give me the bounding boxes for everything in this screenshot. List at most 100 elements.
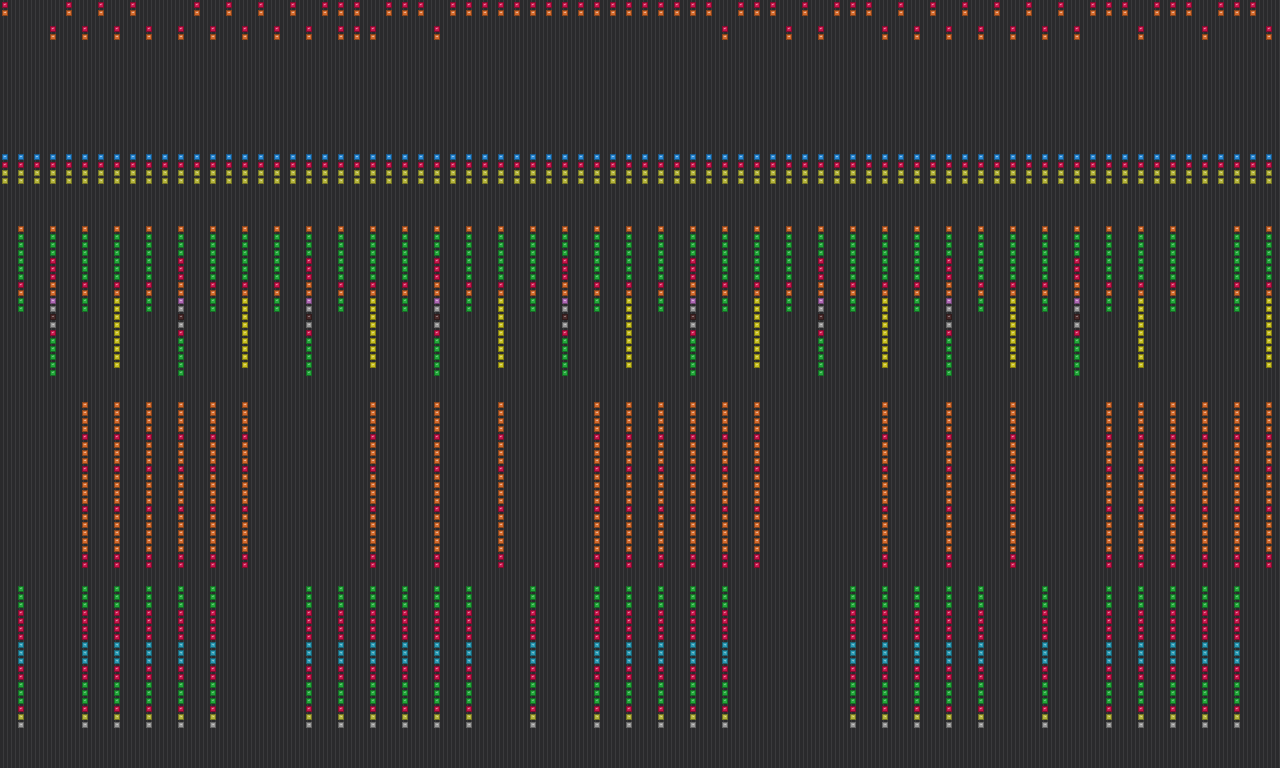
block-a-cell[interactable]: pf	[850, 282, 856, 288]
block-c-cell[interactable]: cl	[1042, 586, 1048, 592]
block-a-alt-cell[interactable]: pf	[1074, 266, 1080, 272]
block-c-cell[interactable]: cl	[882, 586, 888, 592]
block-a-cell[interactable]: cl	[786, 298, 792, 304]
block-a-long-cell[interactable]: ye	[1010, 330, 1016, 336]
block-b-cell[interactable]: ob	[594, 418, 600, 424]
block-c-cell[interactable]: cy	[914, 658, 920, 664]
block-b-cell[interactable]: pf	[722, 506, 728, 512]
block-b-cell[interactable]: pf	[498, 434, 504, 440]
block-a-long-cell[interactable]: ye	[242, 314, 248, 320]
top-row-cell[interactable]: pf	[578, 2, 584, 8]
block-c-cell[interactable]: pf	[178, 618, 184, 624]
block-c-cell[interactable]: cl	[946, 602, 952, 608]
header-block-cell[interactable]: lo	[1186, 170, 1192, 176]
header-block-cell[interactable]: po	[562, 154, 568, 160]
block-c-cell[interactable]: pf	[594, 618, 600, 624]
block-b-cell[interactable]: ob	[178, 530, 184, 536]
block-b-cell[interactable]: ob	[82, 490, 88, 496]
block-a-alt-cell[interactable]: cl	[434, 250, 440, 256]
block-c-cell[interactable]: pf	[210, 610, 216, 616]
top-row-cell[interactable]: ob	[658, 10, 664, 16]
block-c-cell[interactable]: lo	[1138, 714, 1144, 720]
block-a-long-cell[interactable]: cl	[754, 266, 760, 272]
block-a-alt-cell[interactable]: cl	[946, 234, 952, 240]
header-block-cell[interactable]: po	[882, 154, 888, 160]
top-row-b-cell[interactable]: pf	[242, 26, 248, 32]
block-a-long-cell[interactable]: ye	[882, 306, 888, 312]
block-c-cell[interactable]: cl	[82, 682, 88, 688]
top-row-cell[interactable]: ob	[338, 10, 344, 16]
block-b-cell[interactable]: ob	[114, 530, 120, 536]
block-c-cell[interactable]: cl	[882, 602, 888, 608]
block-b-cell[interactable]: ob	[210, 538, 216, 544]
block-a-long-cell[interactable]: ye	[1266, 362, 1272, 368]
block-b-cell[interactable]: ob	[114, 522, 120, 528]
block-b-cell[interactable]: ob	[882, 442, 888, 448]
block-c-cell[interactable]: cl	[626, 698, 632, 704]
block-b-cell[interactable]: ob	[498, 418, 504, 424]
block-b-cell[interactable]: ob	[82, 498, 88, 504]
block-a-long-cell[interactable]: ye	[1010, 306, 1016, 312]
header-block-cell[interactable]: lo	[706, 178, 712, 184]
block-b-cell[interactable]: ob	[1234, 426, 1240, 432]
block-b-cell[interactable]: ob	[242, 522, 248, 528]
top-row-cell[interactable]: pf	[674, 2, 680, 8]
header-block-cell[interactable]: pf	[482, 162, 488, 168]
block-a-long-cell[interactable]: ye	[626, 338, 632, 344]
block-a-alt-cell[interactable]: pf	[1074, 330, 1080, 336]
block-b-cell[interactable]: ob	[946, 442, 952, 448]
block-b-cell[interactable]: ob	[754, 538, 760, 544]
block-b-cell[interactable]: ob	[1266, 498, 1272, 504]
block-b-cell[interactable]: ob	[658, 474, 664, 480]
block-a-long-cell[interactable]: ye	[498, 298, 504, 304]
block-b-cell[interactable]: pf	[82, 562, 88, 568]
block-b-cell[interactable]: ob	[1170, 402, 1176, 408]
block-a-cell[interactable]: cl	[850, 234, 856, 240]
block-b-cell[interactable]: ob	[498, 514, 504, 520]
header-block-cell[interactable]: po	[66, 154, 72, 160]
header-block-cell[interactable]: lo	[914, 170, 920, 176]
block-c-cell[interactable]: cl	[978, 586, 984, 592]
block-a-cell[interactable]: cl	[1170, 250, 1176, 256]
block-c-cell[interactable]: pf	[178, 626, 184, 632]
block-a-alt-cell[interactable]: cl	[178, 370, 184, 376]
block-b-cell[interactable]: ob	[882, 498, 888, 504]
header-block-cell[interactable]: lo	[386, 170, 392, 176]
block-c-cell[interactable]: pf	[466, 674, 472, 680]
block-a-cell[interactable]: cl	[594, 274, 600, 280]
block-c-cell[interactable]: ro	[114, 722, 120, 728]
block-b-cell[interactable]: pf	[658, 562, 664, 568]
block-c-cell[interactable]: pf	[146, 706, 152, 712]
block-c-cell[interactable]: lo	[946, 714, 952, 720]
block-c-cell[interactable]: cl	[82, 690, 88, 696]
header-block-cell[interactable]: po	[738, 154, 744, 160]
block-a-alt-cell[interactable]: cl	[562, 250, 568, 256]
block-a-cell[interactable]: cl	[338, 250, 344, 256]
block-a-alt-cell[interactable]: pf	[818, 258, 824, 264]
block-c-cell[interactable]: cl	[114, 690, 120, 696]
block-c-cell[interactable]: pf	[1202, 674, 1208, 680]
top-row-cell[interactable]: ob	[754, 10, 760, 16]
header-block-cell[interactable]: lo	[546, 170, 552, 176]
block-a-long-cell[interactable]: cl	[1138, 234, 1144, 240]
block-a-cell[interactable]: ob	[658, 226, 664, 232]
block-a-cell[interactable]: ob	[210, 226, 216, 232]
block-b-cell[interactable]: ob	[82, 402, 88, 408]
block-c-cell[interactable]: cy	[1170, 658, 1176, 664]
top-row-cell[interactable]: ob	[1218, 10, 1224, 16]
block-a-cell[interactable]: cl	[1106, 306, 1112, 312]
header-block-cell[interactable]: po	[626, 154, 632, 160]
block-b-cell[interactable]: ob	[434, 498, 440, 504]
block-c-cell[interactable]: cl	[18, 690, 24, 696]
header-block-cell[interactable]: lo	[370, 178, 376, 184]
header-block-cell[interactable]: lo	[194, 170, 200, 176]
block-c-cell[interactable]: cl	[338, 586, 344, 592]
block-a-alt-cell[interactable]: ro	[946, 322, 952, 328]
block-c-cell[interactable]: pf	[914, 610, 920, 616]
block-a-alt-cell[interactable]: pf	[50, 266, 56, 272]
block-a-long-cell[interactable]: ob	[1266, 290, 1272, 296]
block-a-cell[interactable]: cl	[594, 306, 600, 312]
block-c-cell[interactable]: pf	[210, 706, 216, 712]
block-b-cell[interactable]: ob	[1170, 418, 1176, 424]
block-c-cell[interactable]: pf	[178, 666, 184, 672]
